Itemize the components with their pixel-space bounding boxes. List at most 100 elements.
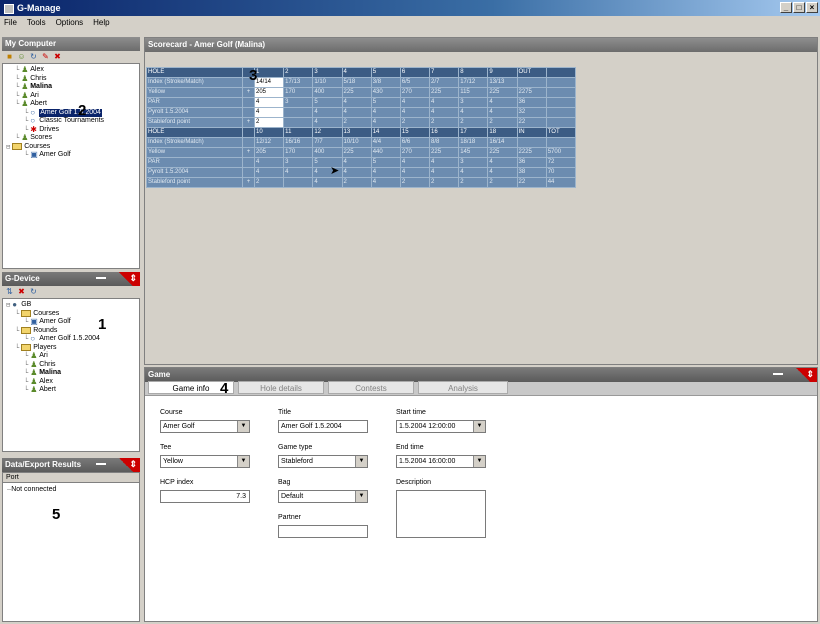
course-select[interactable]: Amer Golf ▼: [160, 420, 250, 433]
score-cell[interactable]: 4: [487, 157, 518, 168]
hcp-index-input[interactable]: 7.3: [160, 490, 250, 503]
tree-item[interactable]: ⊟ ● GB: [6, 301, 136, 310]
score-cell[interactable]: 4: [312, 117, 343, 128]
score-cell[interactable]: 430: [370, 87, 401, 98]
score-cell[interactable]: [545, 97, 577, 108]
tree-item[interactable]: └ ○ Amer Golf 1.5.2004: [6, 335, 136, 344]
tab-hole-details[interactable]: Hole details: [238, 381, 324, 394]
refresh-icon[interactable]: ↻: [29, 287, 38, 296]
tree-expander-icon[interactable]: └: [24, 378, 28, 387]
tree-expander-icon[interactable]: └: [24, 369, 28, 378]
score-cell[interactable]: 4: [429, 167, 460, 178]
score-cell[interactable]: 6/6: [399, 137, 431, 148]
score-cell[interactable]: 5: [370, 97, 401, 108]
score-cell[interactable]: 4: [283, 167, 314, 178]
tree-expander-icon[interactable]: └: [15, 344, 19, 353]
score-cell[interactable]: 10/10: [341, 137, 372, 148]
minimize-panel-icon[interactable]: [96, 463, 106, 465]
score-cell[interactable]: 225: [487, 147, 518, 158]
tree-expander-icon[interactable]: └: [24, 117, 28, 126]
score-cell[interactable]: 4: [341, 157, 372, 168]
score-cell[interactable]: [545, 117, 577, 128]
score-cell[interactable]: 32: [516, 107, 547, 118]
score-cell[interactable]: 4: [312, 107, 343, 118]
score-cell[interactable]: 2: [458, 177, 489, 188]
score-cell[interactable]: 440: [370, 147, 401, 158]
score-cell[interactable]: 270: [399, 87, 431, 98]
score-cell[interactable]: 225: [487, 87, 518, 98]
score-cell[interactable]: 4: [487, 97, 518, 108]
score-cell[interactable]: 7: [429, 67, 460, 78]
score-cell[interactable]: OUT: [516, 67, 547, 78]
score-cell[interactable]: 7/7: [312, 137, 343, 148]
score-cell[interactable]: 10: [253, 127, 285, 138]
tree-item[interactable]: └ ♟ Alex: [6, 377, 136, 387]
tree-item[interactable]: └ Courses: [6, 310, 136, 319]
end-time-picker[interactable]: 1.5.2004 16:00:00 ▼: [396, 455, 486, 468]
score-cell[interactable]: [283, 107, 314, 118]
score-cell[interactable]: 2: [253, 117, 285, 128]
tree-item[interactable]: └ ♟ Abert: [6, 100, 136, 109]
score-cell[interactable]: 4: [341, 107, 372, 118]
tree-item[interactable]: └ ♟ Chris: [6, 360, 136, 370]
score-cell[interactable]: 225: [341, 147, 372, 158]
refresh-icon[interactable]: ↻: [29, 52, 38, 61]
score-cell[interactable]: 4: [399, 167, 431, 178]
score-cell[interactable]: 17/13: [283, 77, 314, 88]
menu-options[interactable]: Options: [56, 16, 84, 30]
pin-icon[interactable]: ⇕: [112, 458, 140, 472]
score-cell[interactable]: 22: [516, 117, 547, 128]
tree-expander-icon[interactable]: └: [15, 100, 19, 109]
score-cell[interactable]: 3: [283, 97, 314, 108]
tree-expander-icon[interactable]: └: [24, 361, 28, 370]
score-cell[interactable]: 12: [312, 127, 343, 138]
partner-input[interactable]: [278, 525, 368, 538]
port-column-header[interactable]: Port: [3, 473, 139, 483]
score-cell[interactable]: 4: [253, 157, 285, 168]
minimize-panel-icon[interactable]: [96, 277, 106, 279]
tree-expander-icon[interactable]: └: [15, 75, 19, 84]
score-cell[interactable]: 4: [487, 107, 518, 118]
score-cell[interactable]: 400: [312, 87, 343, 98]
chevron-down-icon[interactable]: ▼: [237, 456, 249, 467]
score-cell[interactable]: 400: [312, 147, 343, 158]
menu-help[interactable]: Help: [93, 16, 109, 30]
description-textarea[interactable]: [396, 490, 486, 538]
score-cell[interactable]: 4: [253, 97, 285, 108]
tab-analysis[interactable]: Analysis: [418, 381, 508, 394]
connect-icon[interactable]: ⇅: [5, 287, 14, 296]
score-cell[interactable]: 14: [370, 127, 401, 138]
score-cell[interactable]: 2: [429, 177, 460, 188]
tree-expander-icon[interactable]: └: [15, 134, 19, 143]
title-input[interactable]: Amer Golf 1.5.2004: [278, 420, 368, 433]
score-cell[interactable]: 3: [458, 97, 489, 108]
score-cell[interactable]: 5: [370, 67, 401, 78]
score-cell[interactable]: 4: [370, 117, 401, 128]
score-cell[interactable]: 2: [487, 117, 518, 128]
start-time-picker[interactable]: 1.5.2004 12:00:00 ▼: [396, 420, 486, 433]
tree-item[interactable]: └ ▣ Amer Golf: [6, 318, 136, 327]
score-cell[interactable]: 2225: [516, 147, 547, 158]
score-cell[interactable]: 2: [283, 67, 314, 78]
score-cell[interactable]: 38: [516, 167, 547, 178]
score-cell[interactable]: 4: [458, 167, 489, 178]
score-cell[interactable]: 1/10: [312, 77, 343, 88]
score-cell[interactable]: 15: [399, 127, 431, 138]
score-cell[interactable]: 8/8: [429, 137, 460, 148]
tree-expander-icon[interactable]: └: [15, 83, 19, 92]
score-cell[interactable]: 2275: [516, 87, 547, 98]
score-cell[interactable]: 2: [341, 117, 372, 128]
score-cell[interactable]: 2: [487, 177, 518, 188]
score-cell[interactable]: 170: [283, 87, 314, 98]
tree-item[interactable]: └ ♟ Scores: [6, 134, 136, 143]
tree-expander-icon[interactable]: └: [15, 327, 19, 336]
score-cell[interactable]: 6/5: [399, 77, 431, 88]
score-cell[interactable]: 1: [253, 67, 285, 78]
score-cell[interactable]: 3: [283, 157, 314, 168]
score-cell[interactable]: 13/13: [487, 77, 518, 88]
score-cell[interactable]: 4: [312, 177, 343, 188]
tree-expander-icon[interactable]: └: [24, 318, 28, 327]
tree-expander-icon[interactable]: └: [24, 352, 28, 361]
score-cell[interactable]: 4: [370, 107, 401, 118]
add-person-icon[interactable]: ☺: [17, 52, 26, 61]
